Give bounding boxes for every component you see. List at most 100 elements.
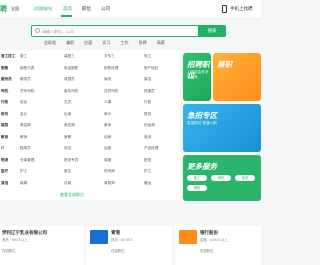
job-category-row: IT 程序员 测试 运维 产品经理 <box>0 144 180 156</box>
category-link[interactable]: 实习 <box>102 40 110 45</box>
job-link[interactable]: 前台 <box>20 100 27 105</box>
search-box[interactable]: 请输入职位、公司 <box>31 25 199 37</box>
quick-tag[interactable]: 普工 <box>187 175 207 181</box>
job-link[interactable]: 育婴师 <box>104 181 115 186</box>
company-logo <box>179 230 197 244</box>
job-link[interactable]: 美甲 <box>104 123 111 128</box>
category-link[interactable]: 全职类 <box>44 40 56 45</box>
job-link[interactable]: 保洁 <box>144 77 151 82</box>
job-link[interactable]: 家教 <box>64 135 71 140</box>
job-category-lead[interactable]: 司机 <box>1 89 8 94</box>
job-link[interactable]: 培训 <box>144 135 151 140</box>
job-link[interactable]: 财务 <box>144 112 151 117</box>
job-link[interactable]: 美容师 <box>20 123 31 128</box>
job-category-row: 医疗 护士 医生 药剂师 护工 <box>0 167 180 179</box>
job-link[interactable]: 服务员 <box>20 77 31 82</box>
quick-tag[interactable]: 司机 <box>211 175 231 181</box>
job-link[interactable]: 物流专员 <box>64 158 78 163</box>
category-link[interactable]: 急聘 <box>139 40 147 45</box>
job-link[interactable]: 产品经理 <box>144 146 158 151</box>
city-label: 全国 <box>11 6 19 11</box>
job-link[interactable]: 护士 <box>20 169 27 174</box>
job-link[interactable]: 配送 <box>144 158 151 163</box>
job-link[interactable]: 出纳 <box>64 112 71 117</box>
job-link[interactable]: 幼师 <box>104 135 111 140</box>
nav-active-indicator <box>61 15 72 17</box>
job-link[interactable]: 搬运 <box>144 181 151 186</box>
job-link[interactable]: 装配工 <box>64 54 75 59</box>
job-link[interactable]: 销售经理 <box>104 66 118 71</box>
company-card[interactable]: 银行股份 金融 · 1000人以上 在招职位 <box>175 226 261 265</box>
job-category-lead[interactable]: 服务员 <box>1 77 12 82</box>
job-category-row: 销售 销售代表 电话销售 销售经理 房产经纪 <box>0 64 180 76</box>
quick-tag[interactable]: 保安 <box>235 175 255 181</box>
category-link[interactable]: 兼职 <box>66 40 74 45</box>
promo-card-parttime[interactable]: 兼职 <box>213 53 261 101</box>
job-link[interactable]: 医生 <box>64 169 71 174</box>
job-link[interactable]: 客车司机 <box>64 89 78 94</box>
job-link[interactable]: 调度 <box>104 158 111 163</box>
job-link[interactable]: 审计 <box>104 112 111 117</box>
job-category-lead[interactable]: 其他 <box>1 181 8 186</box>
promo-card-urgent[interactable]: 急招专区 急招职位 快速入职 <box>183 104 261 152</box>
company-tag: 在招职位 <box>200 249 214 253</box>
job-link[interactable]: 仓库管理 <box>20 158 34 163</box>
job-link[interactable]: 快递员 <box>144 89 155 94</box>
company-card[interactable]: 青港 物流 · 50-99人 在招职位 <box>86 226 172 265</box>
promo-card-hiring[interactable]: 招聘职位 工作机会多多 等你来 <box>183 53 211 101</box>
job-link[interactable]: 文员 <box>64 100 71 105</box>
job-link[interactable]: 测试 <box>64 146 71 151</box>
job-link[interactable]: 货车司机 <box>20 89 34 94</box>
mobile-link[interactable]: 手机上找聘 <box>230 6 253 12</box>
job-link[interactable]: 美发师 <box>64 123 75 128</box>
job-link[interactable]: 程序员 <box>20 146 31 151</box>
job-link[interactable]: 运维 <box>104 146 111 151</box>
job-category-lead[interactable]: 美容 <box>1 123 8 128</box>
job-category-lead[interactable]: 行政 <box>1 100 8 105</box>
job-link[interactable]: 普工 <box>20 54 27 59</box>
job-category-lead[interactable]: 销售 <box>1 66 8 71</box>
job-link[interactable]: 房产经纪 <box>144 66 158 71</box>
job-category-lead[interactable]: 普工技工 <box>1 54 15 59</box>
job-category-lead[interactable]: 财务 <box>1 112 8 117</box>
job-link[interactable]: 化妆师 <box>144 123 155 128</box>
company-card[interactable]: 伊利辽宁乳业有限公司 食品 · 500人以上 在招职位 <box>0 226 84 265</box>
job-link[interactable]: 护工 <box>144 169 151 174</box>
job-category-row: 司机 货车司机 客车司机 送货司机 快递员 <box>0 87 180 99</box>
job-category-lead[interactable]: 教育 <box>1 135 8 140</box>
category-link[interactable]: 工作 <box>121 40 129 45</box>
job-category-row: 服务员 服务员 收银员 保安 保洁 <box>0 75 180 87</box>
switch-city-link[interactable]: [切换城市] <box>34 6 52 12</box>
job-link[interactable]: 月嫂 <box>64 181 71 186</box>
company-name: 青港 <box>111 230 120 235</box>
job-category-lead[interactable]: 医疗 <box>1 169 8 174</box>
job-link[interactable]: 叉车工 <box>104 54 115 59</box>
job-link[interactable]: 电工 <box>144 54 151 59</box>
job-category-lead[interactable]: IT <box>1 146 4 150</box>
job-link[interactable]: 电话销售 <box>64 66 78 71</box>
site-logo[interactable]: 聘 <box>0 4 7 14</box>
job-category-lead[interactable]: 物流 <box>1 158 8 163</box>
category-link[interactable]: 应届 <box>84 40 92 45</box>
job-link[interactable]: 药剂师 <box>104 169 115 174</box>
nav-jobs[interactable]: 职位 <box>82 6 91 12</box>
job-link[interactable]: 人事 <box>104 100 111 105</box>
category-link[interactable]: 高薪 <box>157 40 165 45</box>
job-link[interactable]: 教师 <box>20 135 27 140</box>
nav-home[interactable]: 首页 <box>63 6 72 12</box>
search-button[interactable]: 搜索 <box>198 25 226 37</box>
search-input[interactable]: 请输入职位、公司 <box>42 29 74 35</box>
job-link[interactable]: 送货司机 <box>104 89 118 94</box>
quick-tag[interactable]: 销售 <box>187 185 207 191</box>
job-link[interactable]: 保安 <box>104 77 111 82</box>
job-link[interactable]: 会计 <box>20 112 27 117</box>
promo-card-more: 更多服务 普工 司机 保安 销售 <box>183 155 261 201</box>
job-link[interactable]: 行政 <box>144 100 151 105</box>
job-link[interactable]: 销售代表 <box>20 66 34 71</box>
job-link[interactable]: 收银员 <box>64 77 75 82</box>
view-all-link[interactable]: 查看全部职位 <box>60 192 84 198</box>
nav-companies[interactable]: 公司 <box>101 6 110 12</box>
job-link[interactable]: 保姆 <box>20 181 27 186</box>
job-category-row: 物流 仓库管理 物流专员 调度 配送 <box>0 156 180 168</box>
job-category-row: 普工技工 普工 装配工 叉车工 电工 <box>0 52 180 64</box>
